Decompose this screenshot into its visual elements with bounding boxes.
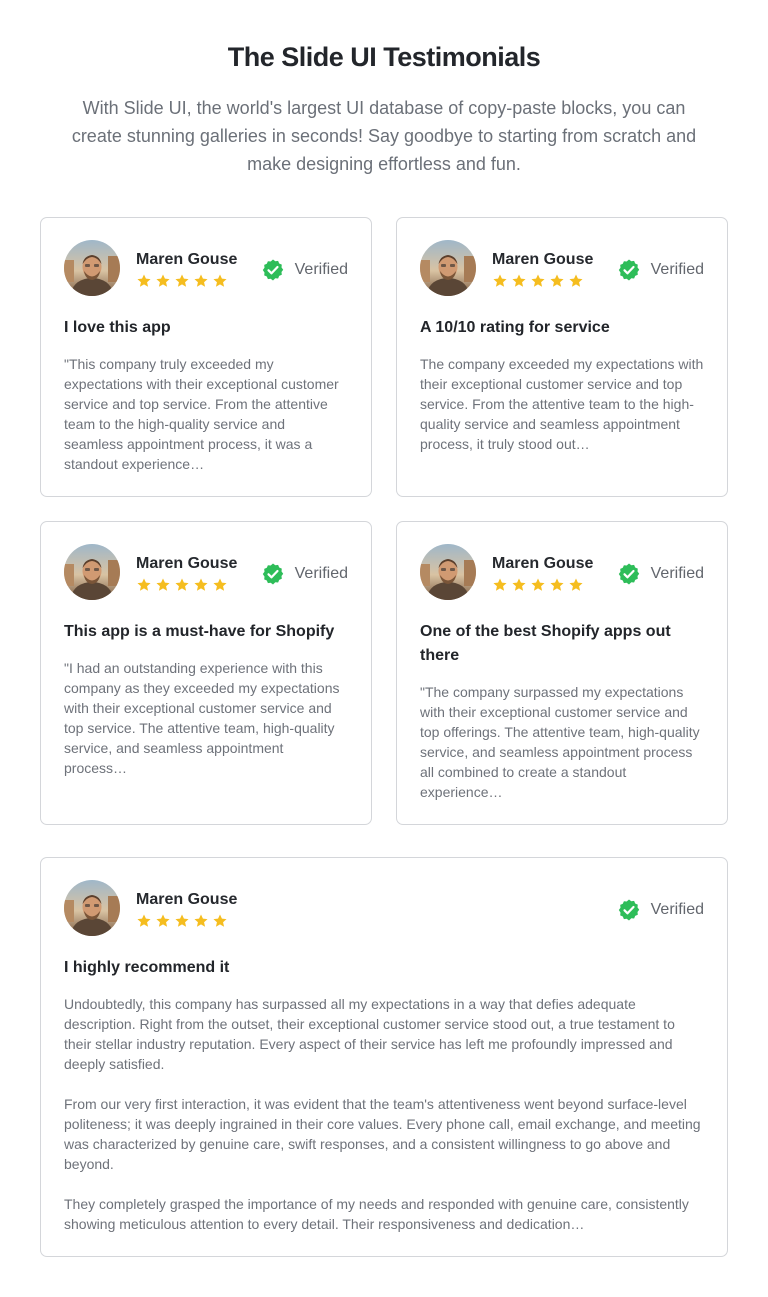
star-rating <box>136 577 228 593</box>
star-icon <box>492 273 508 289</box>
review-body: The company exceeded my expectations wit… <box>420 354 704 454</box>
testimonial-card: Maren Gouse Verified This app is a must-… <box>40 521 372 825</box>
avatar <box>64 880 120 936</box>
star-icon <box>212 273 228 289</box>
star-icon <box>212 577 228 593</box>
author-name: Maren Gouse <box>492 555 594 572</box>
star-icon <box>530 273 546 289</box>
review-body: "I had an outstanding experience with th… <box>64 658 348 778</box>
star-icon <box>568 273 584 289</box>
star-rating <box>136 273 228 289</box>
avatar <box>420 240 476 296</box>
verified-check-icon <box>262 563 283 585</box>
page-subtitle: With Slide UI, the world's largest UI da… <box>71 98 697 174</box>
verified-badge: Verified <box>261 258 348 282</box>
review-paragraph: Undoubtedly, this company has surpassed … <box>64 996 675 1072</box>
card-header: Maren Gouse Verified <box>420 544 704 602</box>
review-paragraph: From our very first interaction, it was … <box>64 1096 701 1172</box>
testimonial-card: Maren Gouse Verified I love this app "Th… <box>40 217 372 497</box>
author-name: Maren Gouse <box>136 891 238 908</box>
card-header: Maren Gouse Verified <box>64 880 704 938</box>
star-icon <box>212 913 228 929</box>
star-icon <box>174 577 190 593</box>
verified-badge: Verified <box>617 898 704 922</box>
star-rating <box>492 577 584 593</box>
star-icon <box>193 913 209 929</box>
review-paragraph: "I had an outstanding experience with th… <box>64 660 340 776</box>
star-icon <box>511 577 527 593</box>
review-body: "This company truly exceeded my expectat… <box>64 354 348 474</box>
testimonial-card: Maren Gouse Verified One of the best Sho… <box>396 521 728 825</box>
review-title: One of the best Shopify apps out there <box>420 623 671 664</box>
card-header: Maren Gouse Verified <box>64 240 348 298</box>
review-body: Undoubtedly, this company has surpassed … <box>64 994 704 1234</box>
verified-check-icon <box>618 259 639 281</box>
testimonial-card: Maren Gouse Verified A 10/10 rating for … <box>396 217 728 497</box>
star-icon <box>193 273 209 289</box>
star-icon <box>174 273 190 289</box>
verified-check-icon <box>618 563 639 585</box>
review-paragraph: They completely grasped the importance o… <box>64 1196 689 1232</box>
star-icon <box>549 273 565 289</box>
star-icon <box>136 913 152 929</box>
avatar <box>64 544 120 600</box>
review-title: I love this app <box>64 319 171 336</box>
star-rating <box>136 913 228 929</box>
verified-label: Verified <box>294 261 348 278</box>
review-title: I highly recommend it <box>64 959 230 976</box>
verified-check-icon <box>262 259 283 281</box>
star-icon <box>492 577 508 593</box>
avatar <box>420 544 476 600</box>
testimonial-card: Maren Gouse Verified I highly recommend … <box>40 857 728 1257</box>
star-icon <box>193 577 209 593</box>
author-name: Maren Gouse <box>136 555 238 572</box>
card-header: Maren Gouse Verified <box>64 544 348 602</box>
author-name: Maren Gouse <box>136 251 238 268</box>
star-icon <box>174 913 190 929</box>
verified-label: Verified <box>294 565 348 582</box>
review-body: "The company surpassed my expectations w… <box>420 682 704 802</box>
star-icon <box>568 577 584 593</box>
card-header: Maren Gouse Verified <box>420 240 704 298</box>
page-title: The Slide UI Testimonials <box>227 42 541 72</box>
verified-label: Verified <box>650 901 704 918</box>
review-title: This app is a must-have for Shopify <box>64 623 335 640</box>
star-rating <box>492 273 584 289</box>
star-icon <box>155 577 171 593</box>
avatar <box>64 240 120 296</box>
star-icon <box>530 577 546 593</box>
review-title: A 10/10 rating for service <box>420 319 610 336</box>
star-icon <box>155 913 171 929</box>
star-icon <box>136 577 152 593</box>
star-icon <box>549 577 565 593</box>
star-icon <box>136 273 152 289</box>
verified-badge: Verified <box>617 562 704 586</box>
verified-label: Verified <box>650 565 704 582</box>
review-paragraph: "The company surpassed my expectations w… <box>420 684 700 800</box>
verified-check-icon <box>618 899 639 921</box>
verified-badge: Verified <box>617 258 704 282</box>
star-icon <box>511 273 527 289</box>
author-name: Maren Gouse <box>492 251 594 268</box>
verified-label: Verified <box>650 261 704 278</box>
review-paragraph: "This company truly exceeded my expectat… <box>64 356 339 472</box>
star-icon <box>155 273 171 289</box>
verified-badge: Verified <box>261 562 348 586</box>
review-paragraph: The company exceeded my expectations wit… <box>420 356 704 452</box>
